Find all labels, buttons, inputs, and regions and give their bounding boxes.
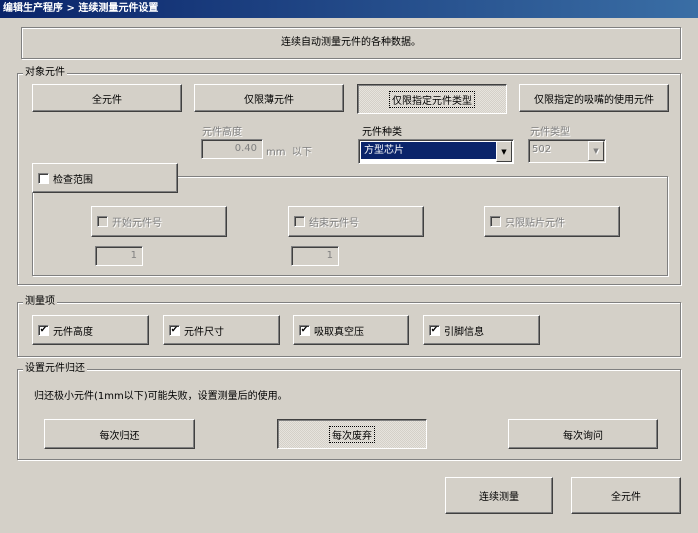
part-height-input[interactable]: 0.40 (201, 139, 263, 159)
measure-height-checkbox[interactable]: ✔ 元件高度 (32, 315, 149, 345)
specified-nozzle-parts-button[interactable]: 仅限指定的吸嘴的使用元件 (519, 84, 669, 112)
part-kind-select[interactable]: 方型芯片 ▼ (358, 139, 514, 164)
measure-vacuum-checkbox[interactable]: ✔ 吸取真空压 (293, 315, 409, 345)
checkmark-icon[interactable]: ✔ (299, 324, 310, 336)
all-parts-button[interactable]: 全元件 (32, 84, 182, 112)
mount-only-label: 只限贴片元件 (505, 218, 565, 229)
start-part-label: 开始元件号 (112, 218, 162, 229)
discard-each-button[interactable]: 每次废弃 (277, 419, 427, 449)
measure-size-checkbox[interactable]: ✔ 元件尺寸 (163, 315, 280, 345)
end-part-box[interactable] (294, 216, 305, 227)
mount-only-checkbox[interactable]: 只限贴片元件 (484, 206, 620, 237)
measure-lead-label: 引脚信息 (444, 326, 484, 338)
start-part-box[interactable] (97, 216, 108, 227)
end-part-label: 结束元件号 (309, 218, 359, 229)
measure-legend: 测量项 (23, 296, 57, 308)
part-height-label: 元件高度 (202, 127, 242, 138)
description-text: 连续自动测量元件的各种数据。 (281, 37, 421, 48)
specified-type-only-button[interactable]: 仅限指定元件类型 (357, 84, 507, 114)
measure-vacuum-label: 吸取真空压 (314, 326, 364, 338)
start-part-checkbox[interactable]: 开始元件号 (91, 206, 227, 237)
chevron-down-icon[interactable]: ▼ (496, 141, 512, 162)
window-title: 编辑生产程序 > 连续测量元件设置 (0, 0, 698, 18)
checkmark-icon[interactable]: ✔ (38, 324, 49, 336)
chevron-down-icon[interactable]: ▼ (588, 141, 604, 161)
part-kind-value: 方型芯片 (361, 142, 496, 159)
checkmark-icon[interactable]: ✔ (169, 324, 180, 336)
measure-lead-checkbox[interactable]: ✔ 引脚信息 (423, 315, 540, 345)
return-each-button[interactable]: 每次归还 (44, 419, 195, 449)
thin-parts-only-button[interactable]: 仅限薄元件 (194, 84, 344, 112)
part-type-value: 502 (532, 144, 552, 155)
return-note: 归还极小元件(1mm以下)可能失败，设置测量后的使用。 (34, 391, 288, 402)
end-part-checkbox[interactable]: 结束元件号 (288, 206, 424, 237)
end-part-input[interactable]: 1 (291, 246, 339, 266)
part-height-unit: mm 以下 (266, 147, 312, 158)
part-kind-label: 元件种类 (362, 127, 402, 138)
check-range-checkbox[interactable]: 检查范围 (32, 163, 178, 193)
checkmark-icon[interactable]: ✔ (429, 324, 440, 336)
target-legend: 对象元件 (23, 67, 67, 79)
ask-each-button[interactable]: 每次询问 (508, 419, 658, 449)
return-legend: 设置元件归还 (23, 363, 87, 375)
check-range-label: 检查范围 (53, 174, 93, 186)
description-panel: 连续自动测量元件的各种数据。 (21, 27, 681, 59)
mount-only-box[interactable] (490, 216, 501, 227)
measure-height-label: 元件高度 (53, 326, 93, 338)
all-parts-footer-button[interactable]: 全元件 (571, 477, 681, 514)
continuous-measure-button[interactable]: 连续测量 (445, 477, 553, 514)
part-type-label: 元件类型 (530, 127, 570, 138)
start-part-input[interactable]: 1 (95, 246, 143, 266)
part-type-select[interactable]: 502 ▼ (528, 139, 606, 163)
check-range-box[interactable] (38, 172, 49, 184)
measure-size-label: 元件尺寸 (184, 326, 224, 338)
